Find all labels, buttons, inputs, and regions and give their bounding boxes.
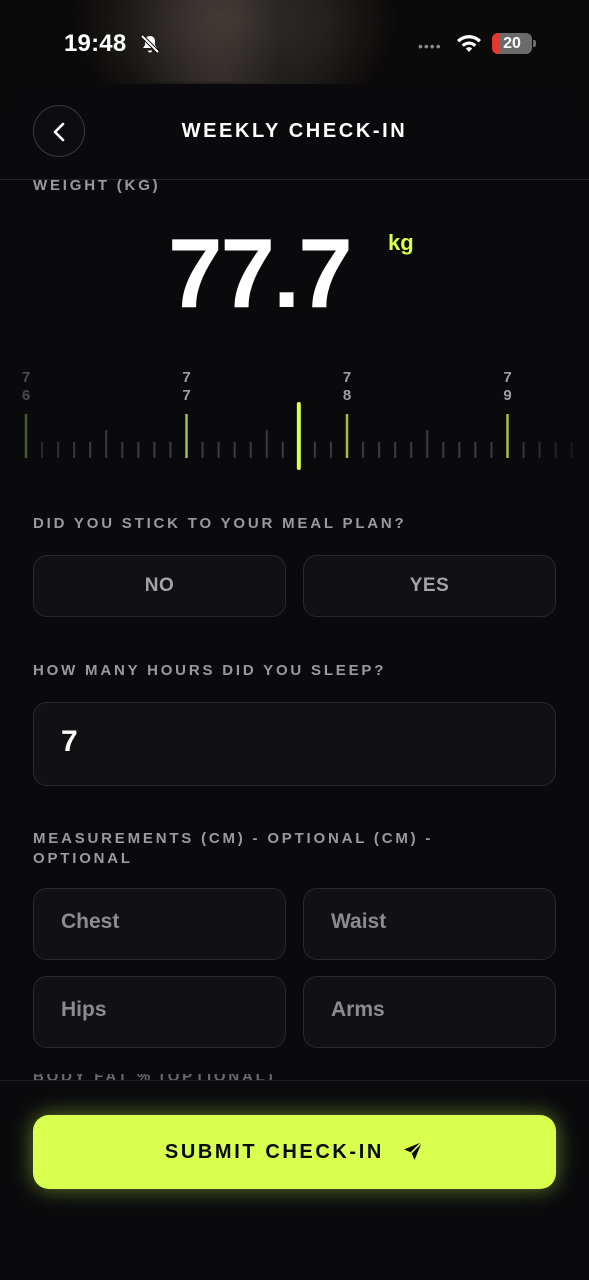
status-time: 19:48 [64, 30, 127, 57]
sleep-hours-input[interactable]: 7 [33, 702, 556, 786]
page-title: WEEKLY CHECK-IN [181, 120, 408, 142]
measurements-label-line1: MEASUREMENTS (CM) - OPTIONAL (CM) - [33, 830, 434, 847]
meal-plan-yes-button[interactable]: YES [303, 555, 556, 617]
chest-input[interactable]: Chest [33, 888, 286, 960]
weight-ruler[interactable]: 76777879 [0, 362, 589, 474]
chest-placeholder: Chest [61, 910, 120, 933]
cellular-signal-icon: •••• [418, 38, 442, 54]
measurements-label-line2: OPTIONAL [33, 850, 133, 867]
ruler-tick-label: 7 [182, 369, 190, 386]
battery-percent: 20 [503, 35, 521, 52]
send-icon [404, 1141, 423, 1160]
arms-input[interactable]: Arms [303, 976, 556, 1048]
weight-label: WEIGHT (KG) [33, 177, 161, 194]
submit-label: SUBMIT CHECK-IN [164, 1141, 384, 1163]
meal-plan-no-button[interactable]: NO [33, 555, 286, 617]
status-bar: 19:48 •••• 20 [0, 0, 589, 84]
ruler-tick-label: 7 [343, 369, 351, 386]
ruler-tick-label: 7 [182, 387, 190, 404]
battery-icon: 20 [492, 33, 536, 54]
sleep-hours-value: 7 [61, 725, 78, 758]
hips-input[interactable]: Hips [33, 976, 286, 1048]
sleep-label: HOW MANY HOURS DID YOU SLEEP? [33, 662, 387, 679]
waist-placeholder: Waist [331, 910, 387, 933]
footer: SUBMIT CHECK-IN [0, 1080, 589, 1280]
submit-check-in-button[interactable]: SUBMIT CHECK-IN [33, 1115, 556, 1189]
wifi-icon [457, 35, 481, 52]
hips-placeholder: Hips [61, 998, 107, 1021]
arms-placeholder: Arms [331, 998, 385, 1021]
weight-value: 77.7 [168, 218, 353, 328]
meal-plan-label: DID YOU STICK TO YOUR MEAL PLAN? [33, 515, 407, 532]
bell-muted-icon [140, 34, 160, 54]
waist-input[interactable]: Waist [303, 888, 556, 960]
header: WEEKLY CHECK-IN [0, 84, 589, 180]
ruler-tick-label: 8 [343, 387, 351, 404]
weight-unit: kg [388, 230, 414, 255]
check-in-sheet: WEEKLY CHECK-IN WEIGHT (KG) 77.7 kg 7677… [0, 84, 589, 1280]
